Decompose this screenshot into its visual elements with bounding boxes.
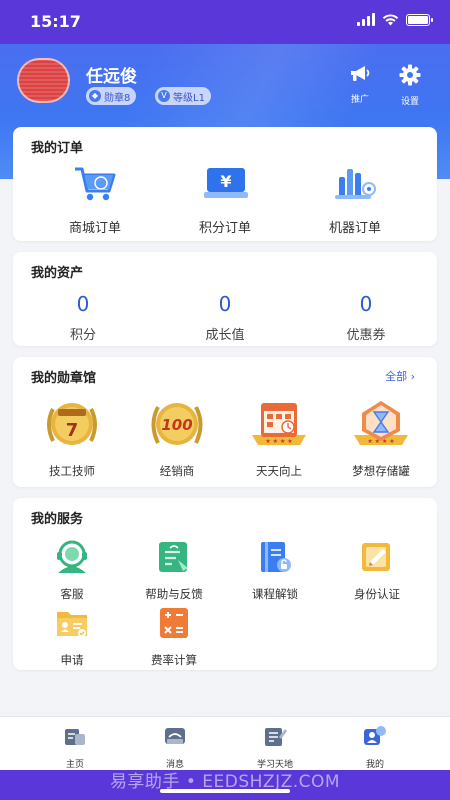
home-icon xyxy=(65,729,85,745)
service-label: 申请 xyxy=(60,653,84,667)
medal-item[interactable]: ★ ★ ★ ★ 梦想存储罐 xyxy=(329,397,433,479)
chevron-right-icon: › xyxy=(410,370,415,383)
cellular-signal-icon xyxy=(357,13,375,26)
order-item-points[interactable]: ¥ 积分订单 xyxy=(170,163,280,236)
settings-button[interactable]: 设置 xyxy=(393,64,427,107)
svg-text:100: 100 xyxy=(161,416,192,434)
status-icons xyxy=(357,13,433,26)
service-label: 帮助与反馈 xyxy=(145,587,203,601)
level-label: 等级L1 xyxy=(173,92,205,104)
view-all-label: 全部 xyxy=(385,370,408,383)
medal-label: 经销商 xyxy=(159,464,195,478)
hourglass-medal-icon: ★ ★ ★ ★ xyxy=(354,401,408,445)
services-card: 我的服务 客服 帮助与反馈 课程解锁 身份认证 申请 费率计算 xyxy=(13,498,437,670)
status-bar: 15:17 xyxy=(0,0,450,44)
asset-value: 0 xyxy=(218,292,232,316)
wifi-icon xyxy=(382,13,399,25)
asset-points[interactable]: 0 积分 xyxy=(28,292,138,343)
medal-badge-icon: ◆ xyxy=(89,90,101,102)
asset-label: 成长值 xyxy=(205,328,245,343)
message-icon xyxy=(165,728,185,744)
assets-title: 我的资产 xyxy=(31,266,84,281)
medal-item[interactable]: ★ ★ ★ ★ 天天向上 xyxy=(227,397,331,479)
medal-label: 天天向上 xyxy=(256,464,302,478)
medals-card: 我的勋章馆 全部 › 7 技工技师 100 经销商 ★ ★ ★ ★ 天天向上 ★… xyxy=(13,357,437,487)
service-application[interactable]: 申请 xyxy=(22,606,122,668)
tab-home[interactable]: 主页 xyxy=(35,725,115,770)
machine-icon xyxy=(335,169,376,199)
order-item-label: 机器订单 xyxy=(328,221,381,236)
medals-view-all-link[interactable]: 全部 › xyxy=(385,368,415,384)
order-item-machine[interactable]: 机器订单 xyxy=(300,163,410,236)
tab-mine[interactable]: 我的 xyxy=(335,725,415,770)
promote-button[interactable]: 推广 xyxy=(343,64,377,105)
medal-item[interactable]: 7 技工技师 xyxy=(20,397,124,479)
asset-label: 积分 xyxy=(69,328,96,343)
tab-bar: 主页 消息 学习天地 我的 xyxy=(0,716,450,770)
orders-card: 我的订单 商城订单 ¥ 积分订单 机器订单 xyxy=(13,127,437,241)
asset-coupons[interactable]: 0 优惠券 xyxy=(311,292,421,343)
home-indicator[interactable] xyxy=(160,789,290,793)
service-course-unlock[interactable]: 课程解锁 xyxy=(225,540,325,602)
rate-calculator-icon xyxy=(160,608,188,638)
medal-count-badge[interactable]: ◆ 勋章8 xyxy=(86,87,137,105)
asset-value: 0 xyxy=(76,292,90,316)
level-badge-icon: V xyxy=(158,90,170,102)
help-feedback-icon xyxy=(159,542,188,572)
medal-label: 技工技师 xyxy=(49,464,95,478)
service-identity[interactable]: 身份认证 xyxy=(327,540,427,602)
application-folder-icon xyxy=(57,612,87,637)
gear-icon xyxy=(399,64,421,86)
settings-label: 设置 xyxy=(400,97,419,107)
medal-item[interactable]: 100 经销商 xyxy=(125,397,229,479)
assets-card: 我的资产 0 积分 0 成长值 0 优惠券 xyxy=(13,252,437,346)
course-unlock-icon xyxy=(261,542,291,572)
level-badge[interactable]: V 等级L1 xyxy=(155,87,211,105)
asset-label: 优惠券 xyxy=(346,328,386,343)
service-label: 课程解锁 xyxy=(252,587,298,601)
profile-icon xyxy=(364,726,386,745)
service-label: 费率计算 xyxy=(151,653,197,667)
calendar-medal-icon: ★ ★ ★ ★ xyxy=(252,403,306,445)
megaphone-icon xyxy=(351,66,370,81)
battery-icon xyxy=(406,13,433,26)
svg-text:★ ★ ★ ★: ★ ★ ★ ★ xyxy=(367,438,394,445)
service-help-feedback[interactable]: 帮助与反馈 xyxy=(124,540,224,602)
orders-title: 我的订单 xyxy=(31,141,84,156)
user-name: 任远俊 xyxy=(86,67,137,87)
yen-card-icon: ¥ xyxy=(204,168,248,198)
tab-study[interactable]: 学习天地 xyxy=(235,725,315,770)
asset-growth[interactable]: 0 成长值 xyxy=(170,292,280,343)
gold-medal-100-icon: 100 xyxy=(151,403,203,445)
svg-text:¥: ¥ xyxy=(220,172,231,191)
avatar[interactable] xyxy=(17,58,70,103)
service-label: 客服 xyxy=(60,587,84,601)
services-title: 我的服务 xyxy=(31,512,84,527)
service-customer-service[interactable]: 客服 xyxy=(22,540,122,602)
medal-count-label: 勋章8 xyxy=(104,92,131,104)
asset-value: 0 xyxy=(359,292,373,316)
shopping-cart-icon xyxy=(75,167,116,201)
identity-verify-icon xyxy=(362,543,390,571)
order-item-mall[interactable]: 商城订单 xyxy=(40,163,150,236)
svg-text:7: 7 xyxy=(66,420,79,441)
study-icon xyxy=(265,728,287,746)
medals-title: 我的勋章馆 xyxy=(31,371,97,386)
service-rate-calculator[interactable]: 费率计算 xyxy=(124,606,224,668)
service-label: 身份认证 xyxy=(354,587,400,601)
tab-messages[interactable]: 消息 xyxy=(135,725,215,770)
status-time: 15:17 xyxy=(30,12,81,31)
medal-label: 梦想存储罐 xyxy=(352,464,410,478)
promote-label: 推广 xyxy=(350,95,369,105)
customer-service-icon xyxy=(57,540,87,573)
gold-medal-7-icon: 7 xyxy=(47,403,97,445)
order-item-label: 商城订单 xyxy=(68,221,121,236)
svg-text:★ ★ ★ ★: ★ ★ ★ ★ xyxy=(265,438,292,445)
order-item-label: 积分订单 xyxy=(198,221,251,236)
